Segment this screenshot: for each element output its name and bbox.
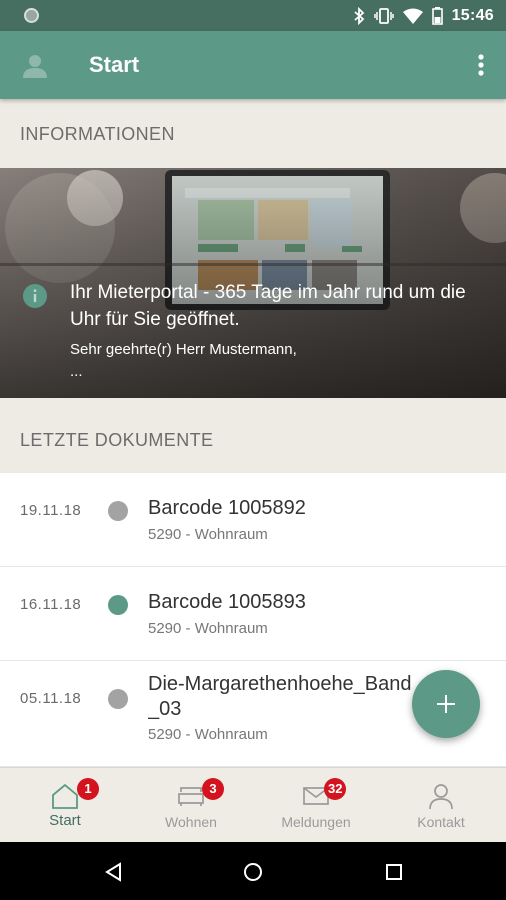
- back-icon[interactable]: [104, 862, 122, 882]
- page-title: Start: [89, 52, 140, 77]
- banner-subtitle: Sehr geehrte(r) Herr Mustermann,: [70, 341, 297, 358]
- nav-label-kontakt: Kontakt: [417, 814, 465, 830]
- nav-item-wohnen[interactable]: 3 Wohnen: [128, 768, 254, 843]
- person-icon: [429, 784, 453, 810]
- vibrate-icon: [373, 8, 394, 24]
- document-title: Barcode 1005893: [148, 591, 306, 613]
- status-bar: 15:46: [0, 0, 506, 31]
- info-banner[interactable]: Ihr Mieterportal - 365 Tage im Jahr rund…: [0, 168, 506, 398]
- status-dot-icon: [108, 501, 128, 521]
- nav-label-start: Start: [49, 812, 81, 829]
- document-subtitle: 5290 - Wohnraum: [148, 620, 268, 637]
- nav-item-start[interactable]: 1 Start: [2, 768, 128, 843]
- section-header-letzte-dokumente: LETZTE DOKUMENTE: [20, 430, 214, 450]
- nav-label-meldungen: Meldungen: [281, 814, 351, 830]
- overflow-menu-icon[interactable]: [476, 53, 486, 79]
- status-dot-icon: [108, 689, 128, 709]
- document-date: 19.11.18: [20, 502, 82, 519]
- section-header-informationen: INFORMATIONEN: [20, 124, 175, 144]
- document-title: Die-Margarethenhoehe_Band_03: [148, 673, 412, 720]
- bottom-navigation: 1 Start 3 Wohnen 32 Meldungen Kontakt: [0, 767, 506, 842]
- home-icon: [52, 783, 78, 809]
- banner-title: Ihr Mieterportal - 365 Tage im Jahr rund…: [70, 282, 466, 330]
- nav-item-kontakt[interactable]: Kontakt: [378, 768, 504, 843]
- badge-start: 1: [77, 778, 99, 800]
- wifi-icon: [402, 8, 423, 24]
- document-date: 05.11.18: [20, 690, 82, 707]
- account-icon[interactable]: [22, 53, 48, 79]
- badge-meldungen: 32: [324, 778, 347, 800]
- system-navigation-bar: [0, 842, 506, 900]
- add-button[interactable]: [412, 670, 480, 738]
- document-subtitle: 5290 - Wohnraum: [148, 526, 268, 543]
- battery-icon: [431, 7, 443, 25]
- nav-item-meldungen[interactable]: 32 Meldungen: [253, 768, 379, 843]
- notification-icon: [24, 8, 39, 23]
- badge-wohnen: 3: [202, 778, 224, 800]
- banner-ellipsis: ...: [70, 363, 83, 380]
- document-row[interactable]: 19.11.18 Barcode 1005892 5290 - Wohnraum: [0, 473, 506, 567]
- bluetooth-icon: [353, 7, 364, 25]
- info-icon: [23, 284, 47, 308]
- document-row[interactable]: 16.11.18 Barcode 1005893 5290 - Wohnraum: [0, 567, 506, 661]
- document-title: Barcode 1005892: [148, 497, 306, 519]
- document-subtitle: 5290 - Wohnraum: [148, 726, 268, 743]
- nav-label-wohnen: Wohnen: [165, 814, 217, 830]
- status-dot-icon: [108, 595, 128, 615]
- status-time: 15:46: [451, 7, 494, 24]
- home-button-icon[interactable]: [243, 862, 263, 882]
- app-bar: Start: [0, 31, 506, 99]
- document-date: 16.11.18: [20, 596, 82, 613]
- recents-icon[interactable]: [385, 863, 403, 881]
